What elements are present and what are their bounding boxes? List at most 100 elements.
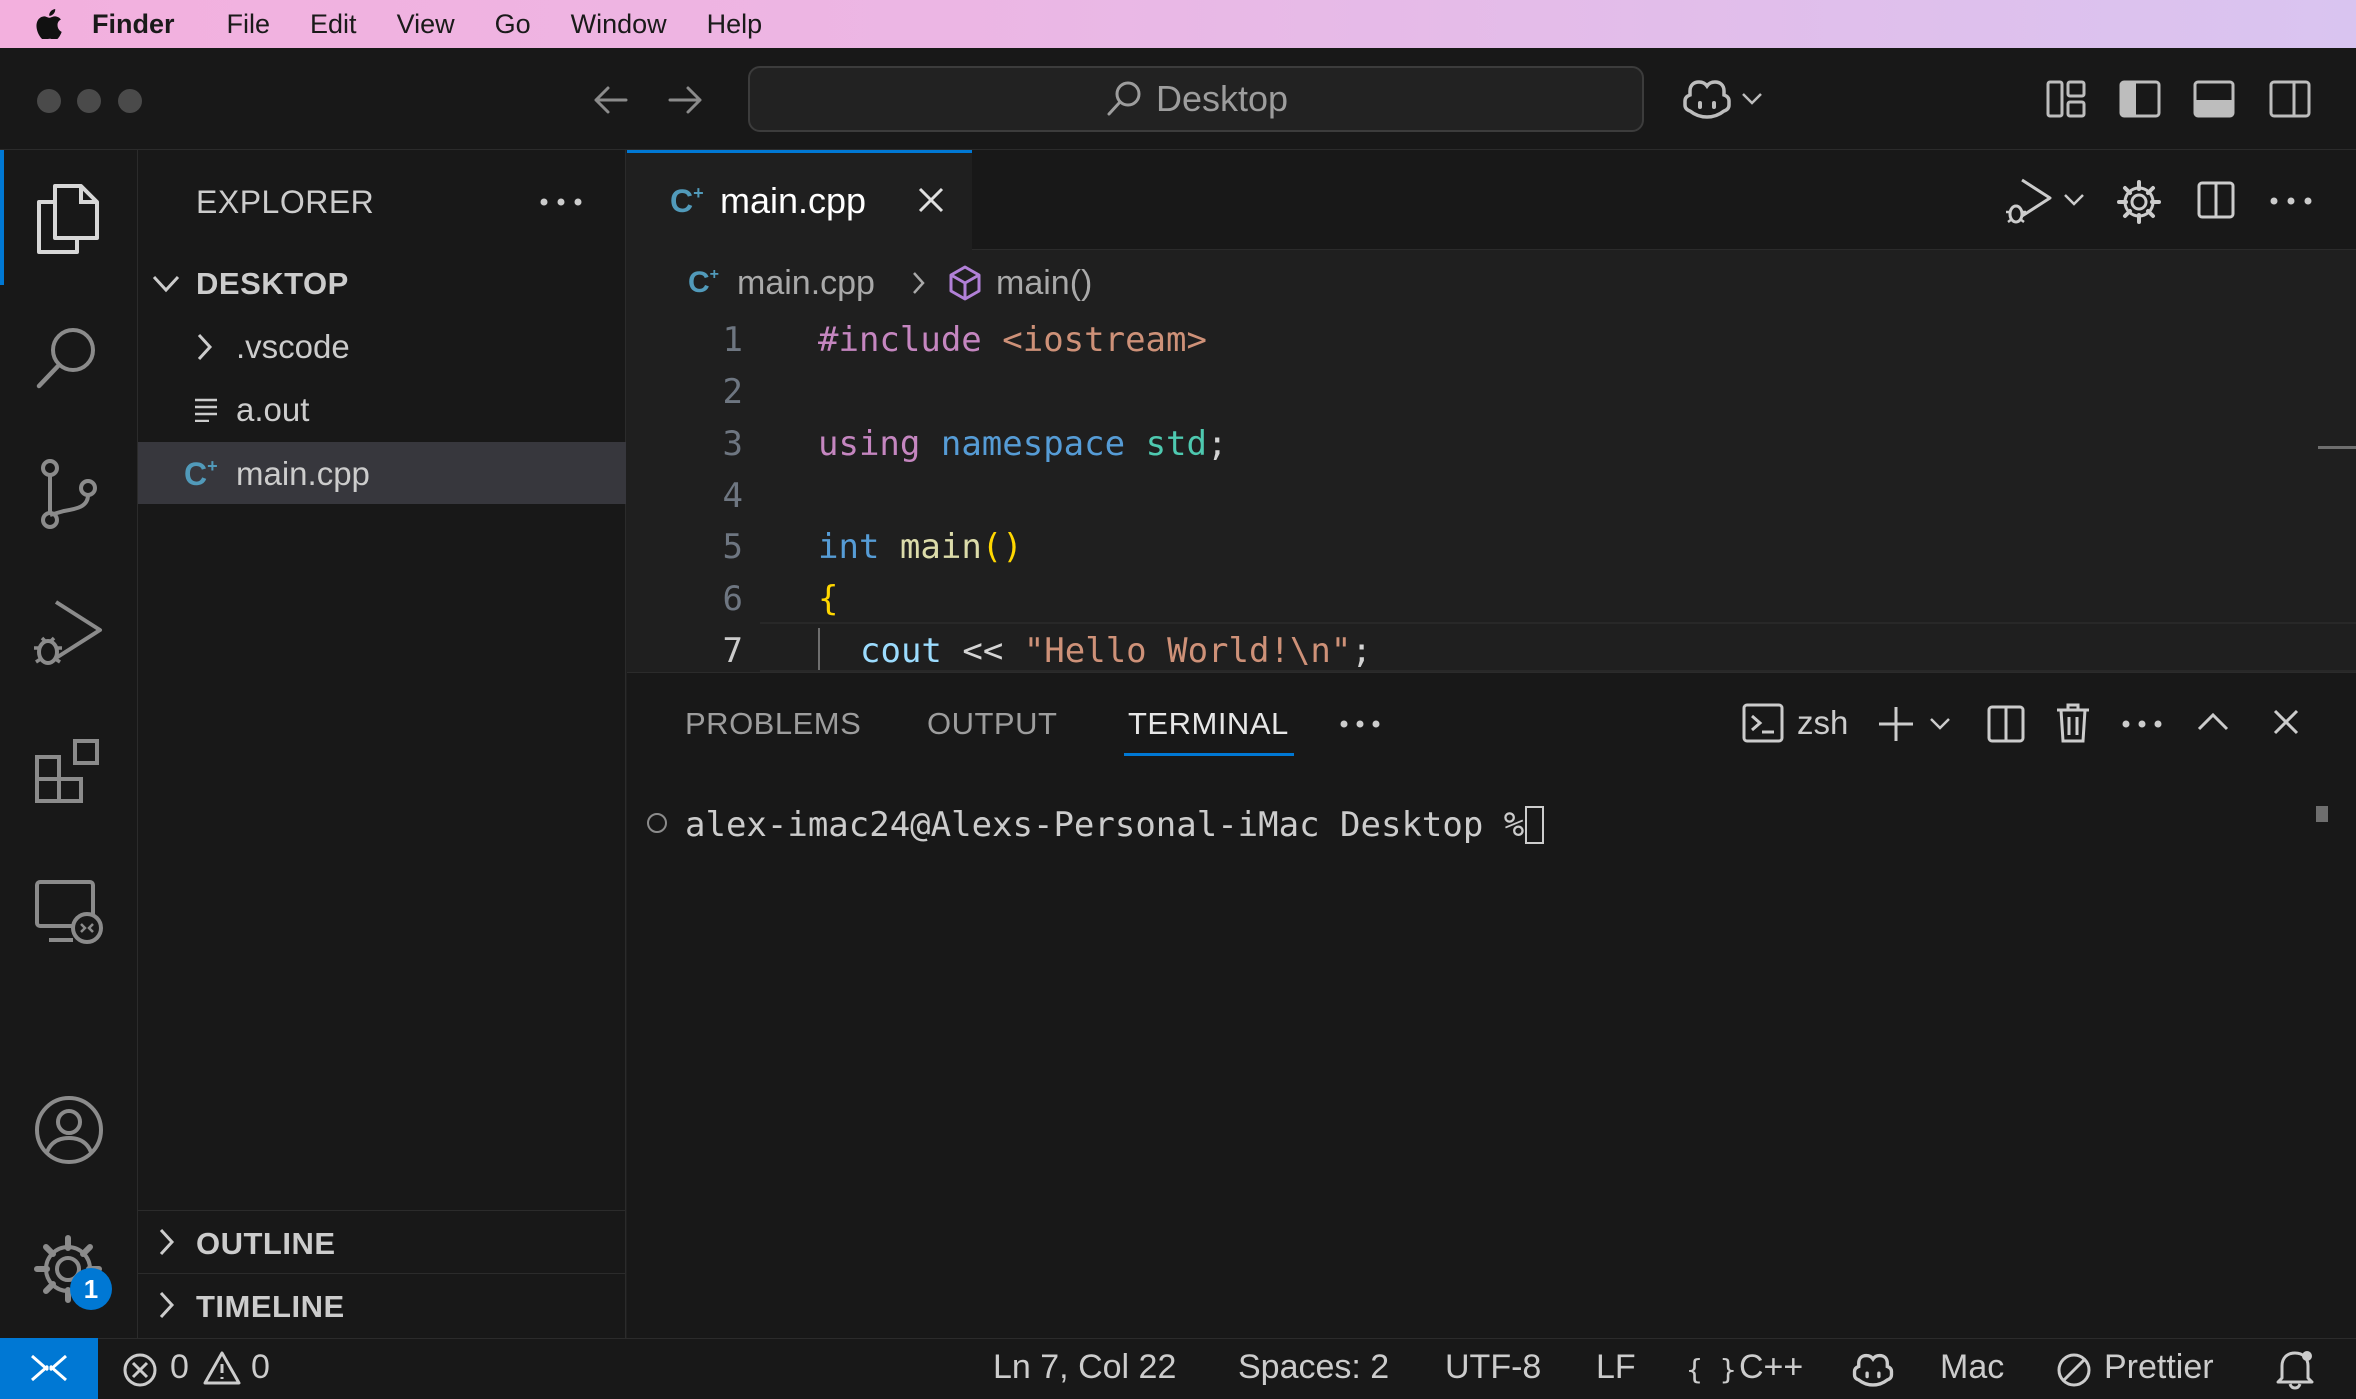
tree-item-main-cpp[interactable]: main.cpp	[236, 455, 370, 493]
tab-terminal[interactable]: TERMINAL	[1128, 706, 1289, 742]
terminal-shell-icon	[1742, 702, 1784, 744]
menu-window[interactable]: Window	[571, 9, 667, 40]
terminal-shell-name[interactable]: zsh	[1797, 704, 1848, 742]
toggle-panel-icon[interactable]	[2192, 78, 2236, 120]
customize-layout-icon[interactable]	[2045, 78, 2087, 120]
code-line-3[interactable]: using namespace std;	[818, 424, 1227, 464]
line-number-current: 7	[722, 631, 743, 671]
split-terminal-icon[interactable]	[1986, 704, 2026, 744]
error-count[interactable]: 0	[170, 1348, 189, 1387]
chevron-right-icon	[911, 270, 927, 296]
zoom-window-button[interactable]	[118, 89, 142, 113]
tab-output[interactable]: OUTPUT	[927, 706, 1057, 742]
remote-explorer-icon[interactable]	[33, 876, 105, 948]
forward-arrow-icon[interactable]	[666, 80, 706, 120]
accounts-icon[interactable]	[33, 1094, 105, 1166]
search-icon	[1104, 79, 1144, 119]
split-editor-icon[interactable]	[2196, 180, 2236, 220]
run-and-debug-icon[interactable]	[32, 596, 104, 670]
toggle-primary-sidebar-icon[interactable]	[2118, 78, 2162, 120]
line-number: 1	[722, 320, 743, 360]
explorer-files-icon[interactable]	[33, 182, 103, 256]
run-debug-icon[interactable]	[2004, 176, 2052, 226]
maximize-panel-chevron-up-icon[interactable]	[2196, 710, 2230, 734]
cpp-file-icon: C+	[688, 266, 720, 299]
code-line-1[interactable]: #include <iostream>	[818, 320, 1207, 360]
menu-file[interactable]: File	[227, 9, 271, 40]
language-braces-icon: { }	[1686, 1353, 1737, 1386]
menu-view[interactable]: View	[397, 9, 455, 40]
divider	[138, 1210, 626, 1211]
mac-indicator[interactable]: Mac	[1940, 1348, 2004, 1387]
warning-icon[interactable]	[203, 1350, 241, 1386]
tab-problems[interactable]: PROBLEMS	[685, 706, 861, 742]
cursor-position[interactable]: Ln 7, Col 22	[993, 1348, 1176, 1387]
outline-section-header[interactable]: OUTLINE	[196, 1226, 336, 1262]
tab-label: main.cpp	[720, 180, 867, 221]
code-line-6[interactable]: {	[818, 579, 838, 619]
command-center-search[interactable]: Desktop	[748, 66, 1644, 132]
more-actions-icon[interactable]	[2270, 197, 2312, 205]
tree-item-a-out[interactable]: a.out	[236, 391, 309, 429]
extensions-icon[interactable]	[33, 735, 105, 807]
chevron-right-icon[interactable]	[158, 1290, 176, 1320]
more-tabs-icon[interactable]	[1340, 720, 1380, 728]
line-number: 3	[722, 424, 743, 464]
menu-go[interactable]: Go	[495, 9, 531, 40]
breadcrumb-symbol[interactable]: main()	[996, 264, 1092, 303]
error-icon[interactable]	[122, 1352, 158, 1388]
folder-desktop-header[interactable]: DESKTOP	[196, 266, 349, 302]
code-line-5[interactable]: int main()	[818, 527, 1023, 567]
chevron-down-icon[interactable]	[2062, 192, 2086, 208]
apple-logo-icon[interactable]	[36, 9, 62, 39]
minimize-window-button[interactable]	[77, 89, 101, 113]
menu-help[interactable]: Help	[707, 9, 763, 40]
more-actions-icon[interactable]	[540, 198, 582, 206]
toggle-secondary-sidebar-icon[interactable]	[2268, 78, 2312, 120]
explorer-title: EXPLORER	[196, 184, 375, 220]
indentation-spaces[interactable]: Spaces: 2	[1238, 1348, 1389, 1387]
close-tab-icon[interactable]	[917, 186, 945, 214]
notifications-bell-icon[interactable]	[2276, 1348, 2314, 1390]
warning-count[interactable]: 0	[251, 1348, 270, 1387]
chevron-down-icon[interactable]	[150, 273, 182, 295]
terminal-status-circle-icon	[647, 813, 667, 833]
terminal-scrollbar-thumb[interactable]	[2316, 806, 2328, 822]
close-window-button[interactable]	[37, 89, 61, 113]
gear-icon[interactable]	[2117, 180, 2161, 224]
source-control-icon[interactable]	[36, 458, 100, 530]
chevron-right-icon[interactable]	[196, 332, 214, 362]
macos-menubar: Finder File Edit View Go Window Help	[0, 0, 2356, 48]
file-encoding[interactable]: UTF-8	[1445, 1348, 1541, 1387]
prettier-status[interactable]: Prettier	[2104, 1348, 2214, 1387]
cpp-file-icon: C+	[670, 183, 704, 219]
cpp-file-icon: C+	[184, 456, 218, 492]
menu-finder[interactable]: Finder	[92, 9, 175, 40]
code-line-7[interactable]: cout << "Hello World!\n";	[860, 631, 1372, 671]
explorer-sidebar	[138, 150, 626, 1338]
language-mode[interactable]: C++	[1739, 1348, 1803, 1387]
copilot-icon[interactable]	[1682, 77, 1732, 119]
close-panel-icon[interactable]	[2272, 708, 2300, 736]
chevron-right-icon[interactable]	[158, 1227, 176, 1257]
terminal-prompt[interactable]: alex-imac24@Alexs-Personal-iMac Desktop …	[685, 805, 1545, 845]
chevron-down-icon[interactable]	[1740, 88, 1764, 108]
new-terminal-plus-icon[interactable]	[1876, 704, 1916, 744]
remote-icon	[28, 1350, 70, 1386]
tree-item-vscode[interactable]: .vscode	[236, 328, 350, 366]
menu-edit[interactable]: Edit	[310, 9, 357, 40]
more-actions-icon[interactable]	[2122, 720, 2162, 728]
timeline-section-header[interactable]: TIMELINE	[196, 1289, 345, 1325]
chevron-down-icon[interactable]	[1928, 716, 1952, 732]
line-number: 4	[722, 476, 743, 516]
active-view-indicator	[0, 150, 4, 285]
breadcrumb-file[interactable]: main.cpp	[737, 264, 875, 303]
copilot-status-icon[interactable]	[1852, 1350, 1894, 1388]
end-of-line[interactable]: LF	[1596, 1348, 1636, 1387]
back-arrow-icon[interactable]	[590, 80, 630, 120]
search-icon[interactable]	[33, 322, 103, 392]
indent-guide	[818, 628, 820, 670]
minimap-marker	[2318, 446, 2356, 449]
trash-icon[interactable]	[2054, 702, 2092, 744]
search-label: Desktop	[1155, 78, 1289, 119]
